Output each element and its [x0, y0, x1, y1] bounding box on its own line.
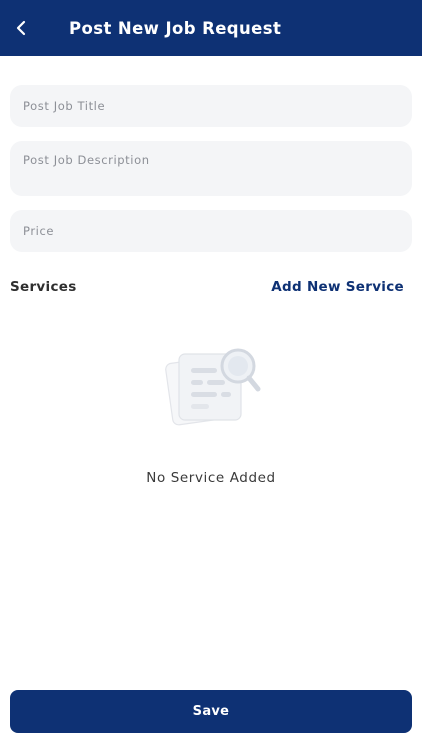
job-description-placeholder: Post Job Description: [23, 153, 150, 167]
job-title-placeholder: Post Job Title: [23, 99, 106, 113]
chevron-left-icon: [16, 20, 26, 36]
back-button[interactable]: [0, 0, 44, 56]
services-label: Services: [10, 279, 77, 295]
app-bar: Post New Job Request: [0, 0, 422, 56]
price-placeholder: Price: [23, 224, 55, 238]
no-results-document-search-icon: [165, 348, 261, 426]
empty-state-text: No Service Added: [146, 470, 276, 486]
empty-state-illustration: [163, 344, 265, 428]
price-field[interactable]: Price: [10, 210, 412, 252]
page-title: Post New Job Request: [69, 18, 282, 38]
add-new-service-button[interactable]: Add New Service: [271, 279, 404, 295]
job-title-field[interactable]: Post Job Title: [10, 85, 412, 127]
save-button[interactable]: Save: [10, 690, 412, 733]
job-description-field[interactable]: Post Job Description: [10, 141, 412, 196]
